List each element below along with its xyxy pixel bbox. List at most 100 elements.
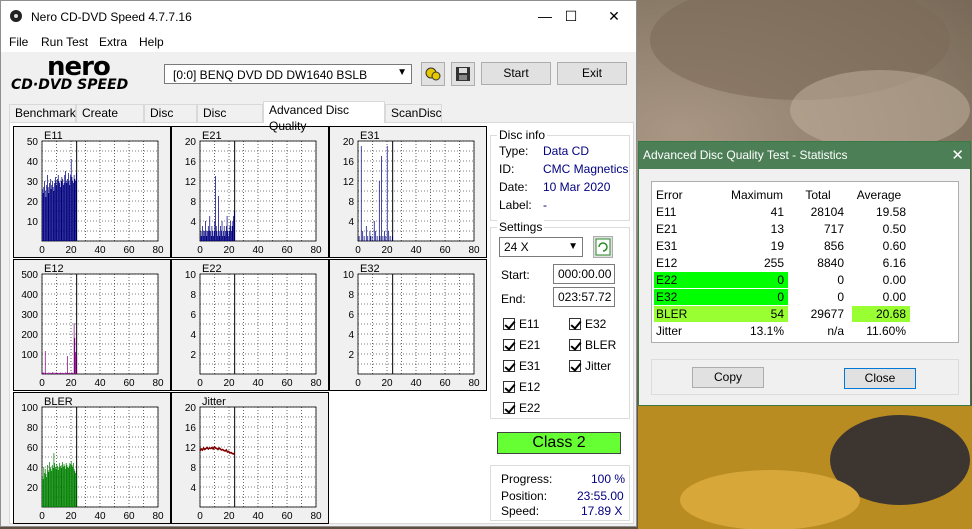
tab-advanced-disc-quality[interactable]: Advanced Disc Quality [263,101,385,133]
stat-cell: 0.50 [882,222,906,236]
stat-cell: 41 [770,205,784,219]
checkbox-e11[interactable]: E11 [503,317,539,331]
chart-bar [202,231,204,241]
chart-bar [60,466,61,507]
chart-bar [44,469,46,507]
checkbox-e32[interactable]: E32 [569,317,606,331]
x-tick-label: 60 [439,245,451,256]
x-tick-label: 40 [94,245,106,256]
y-tick-label: 10 [185,270,197,281]
chart-bar [74,471,76,507]
chart-bar [52,372,53,374]
chart-bar [70,464,71,507]
chart-svg: E11 50 40 30 20 10 0 20 40 60 80 [27,130,164,256]
y-tick-label: 10 [27,217,39,228]
label-value: - [543,198,547,212]
refresh-speed-button[interactable] [593,236,613,258]
maximize-button[interactable]: ☐ [548,1,594,32]
checkbox-bler[interactable]: BLER [569,338,616,352]
x-tick-label: 20 [381,245,393,256]
stat-cell: 0.60 [882,239,906,253]
x-tick-label: 80 [152,511,164,522]
chart-title: Jitter [202,396,226,408]
tab-disc-quality[interactable]: Disc Quality [197,104,263,136]
chart-bar [223,226,225,241]
x-tick-label: 0 [197,378,203,389]
x-tick-label: 40 [252,511,264,522]
x-tick-label: 0 [355,378,361,389]
chart-bar [73,323,75,374]
chart-bar [42,477,43,507]
chart-bar [385,236,387,241]
start-button[interactable]: Start [481,62,551,85]
chart-bar [73,469,75,507]
app-icon [10,10,22,22]
chart-bar [54,467,56,507]
menu-file[interactable]: File [9,35,28,49]
stat-cell: 13.1% [749,324,784,338]
stat-row-label: E32 [654,289,726,305]
chart-bar [45,372,47,374]
chart-bar [70,372,72,374]
chart-bar [59,373,61,374]
tab-benchmark[interactable]: Benchmark [9,104,76,122]
y-tick-label: 50 [27,137,39,148]
exit-button[interactable]: Exit [557,62,627,85]
tab-create-disc[interactable]: Create Disc [76,104,144,136]
chart-bar [391,236,393,241]
chart-bar [233,216,234,241]
chart-bar [363,236,365,241]
checkbox-e21[interactable]: E21 [503,338,540,352]
chart-bar [365,226,367,241]
end-input[interactable]: 023:57.72 [553,287,615,307]
chart-bar [43,467,45,507]
settings-group: Settings 24 X ▼ Start: 000:00.00 End: 02… [490,220,630,419]
tab-scandisc[interactable]: ScanDisc [385,104,442,122]
chart-bar [56,464,58,507]
menu-help[interactable]: Help [139,35,164,49]
checkbox-jitter[interactable]: Jitter [569,359,611,373]
save-button[interactable] [451,62,475,86]
chart-e12: E12 500 400 300 200 100 0 20 40 60 80 [13,259,171,391]
start-input[interactable]: 000:00.00 [553,264,615,284]
chart-bar [228,236,229,241]
chart-bler: BLER 100 80 60 40 20 0 20 40 60 80 [13,392,171,524]
chart-bar [222,236,224,241]
menu-run-test[interactable]: Run Test [41,35,88,49]
y-tick-label: 20 [185,403,197,414]
chart-bar [211,226,213,241]
x-tick-label: 80 [310,378,322,389]
chart-bar [382,236,384,241]
y-tick-label: 20 [27,483,39,494]
chart-bar [75,355,77,374]
tab-disc-info[interactable]: Disc Info [144,104,197,136]
chart-title: E12 [44,263,64,275]
drive-info-button[interactable] [421,62,445,86]
close-window-button[interactable]: ✕ [591,1,637,32]
y-tick-label: 20 [185,137,197,148]
x-tick-label: 60 [123,245,135,256]
drive-select[interactable]: [0:0] BENQ DVD DD DW1640 BSLB ▼ [164,64,412,84]
chart-bar [50,373,52,374]
chart-bar [69,185,71,241]
chart-bar [75,181,76,241]
menu-extra[interactable]: Extra [99,35,127,49]
checkbox-e12[interactable]: E12 [503,380,540,394]
chart-svg: E321086420 20 40 60 80 [343,263,480,389]
checkbox-e22[interactable]: E22 [503,401,540,415]
checkbox-e31[interactable]: E31 [503,359,540,373]
copy-button[interactable]: Copy [692,367,764,388]
close-button[interactable]: Close [844,368,916,389]
stat-cell: 0.00 [882,290,906,304]
chart-bar [231,226,233,241]
speed-select[interactable]: 24 X ▼ [499,237,583,257]
chart-bar [69,372,71,374]
chart-bar [61,177,63,241]
chart-bar [232,221,234,241]
stat-header-total: Total [805,188,831,202]
close-icon[interactable]: ✕ [951,146,964,164]
chart-bar [65,373,67,374]
x-tick-label: 60 [281,245,293,256]
x-tick-label: 20 [223,378,235,389]
chart-bar [47,175,48,241]
